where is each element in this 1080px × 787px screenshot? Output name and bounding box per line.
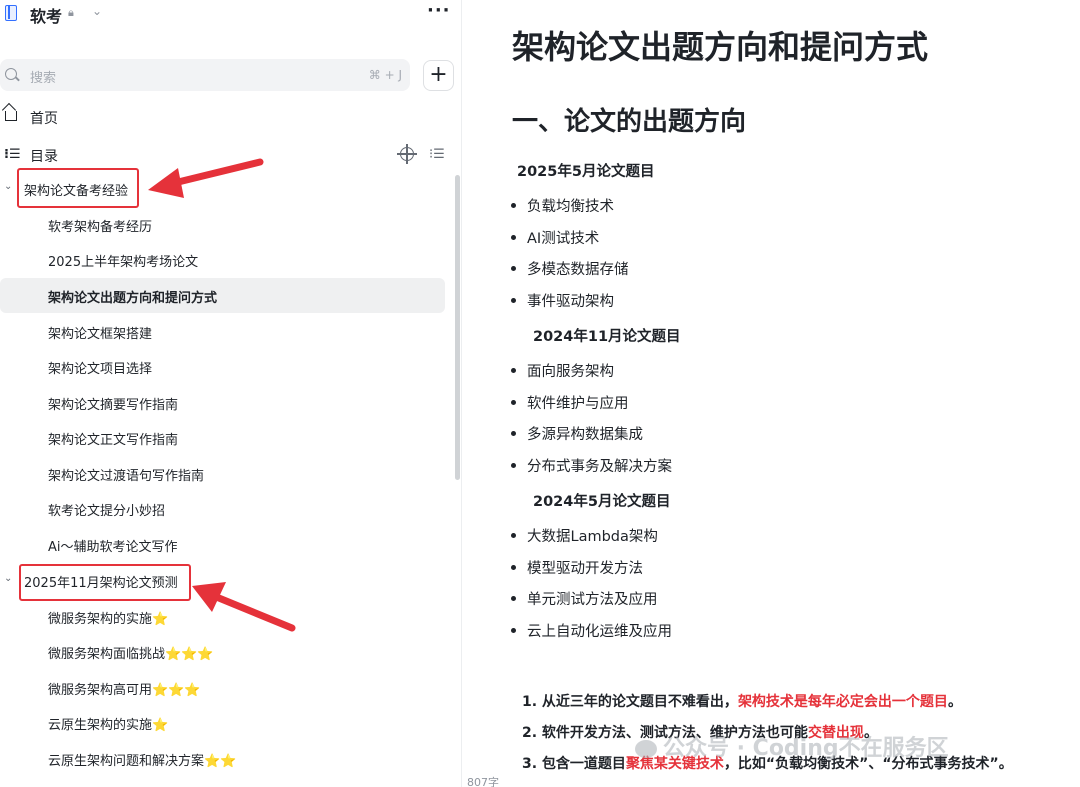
page-title: 架构论文出题方向和提问方式 <box>512 28 929 66</box>
wechat-icon <box>635 740 657 758</box>
numbered-point: 1. 从近三年的论文题目不难看出，架构技术是每年必定会出一个题目。 <box>522 694 962 710</box>
list-item: 云上自动化运维及应用 <box>511 620 672 641</box>
list-item: 负载均衡技术 <box>511 195 614 216</box>
section-heading: 2024年5月论文题目 <box>533 494 671 510</box>
list-item: 事件驱动架构 <box>511 290 614 311</box>
list-item: 模型驱动开发方法 <box>511 557 643 578</box>
list-item: 软件维护与应用 <box>511 392 629 413</box>
heading-1: 一、论文的出题方向 <box>512 107 747 137</box>
annotation-arrows <box>148 158 296 632</box>
sidebar: 软考 🔒︎ ⌄ ··· 搜索 ⌘ + J + 首页 ⁝☰ 目录 ⁝☰ ⌄ 架构论… <box>0 0 462 787</box>
document: 架构论文出题方向和提问方式 一、论文的出题方向 2025年5月论文题目 负载均衡… <box>463 0 1080 787</box>
list-item: 多源异构数据集成 <box>511 423 643 444</box>
arrow-1 <box>148 158 264 198</box>
watermark: 公众号 · Coding不在服务区 <box>635 730 949 762</box>
section-heading: 2024年11月论文题目 <box>533 329 681 345</box>
list-item: AI测试技术 <box>510 227 599 248</box>
highlight-text: 架构技术是每年必定会出一个题目 <box>737 694 948 710</box>
list-item: 分布式事务及解决方案 <box>511 455 672 476</box>
list-item: 面向服务架构 <box>511 360 614 381</box>
word-count: 807字 <box>467 776 499 787</box>
list-item: 单元测试方法及应用 <box>511 588 658 609</box>
list-item: 大数据Lambda架构 <box>511 525 658 546</box>
arrow-2 <box>192 582 296 632</box>
section-heading: 2025年5月论文题目 <box>517 164 655 180</box>
list-item: 多模态数据存储 <box>511 258 629 279</box>
